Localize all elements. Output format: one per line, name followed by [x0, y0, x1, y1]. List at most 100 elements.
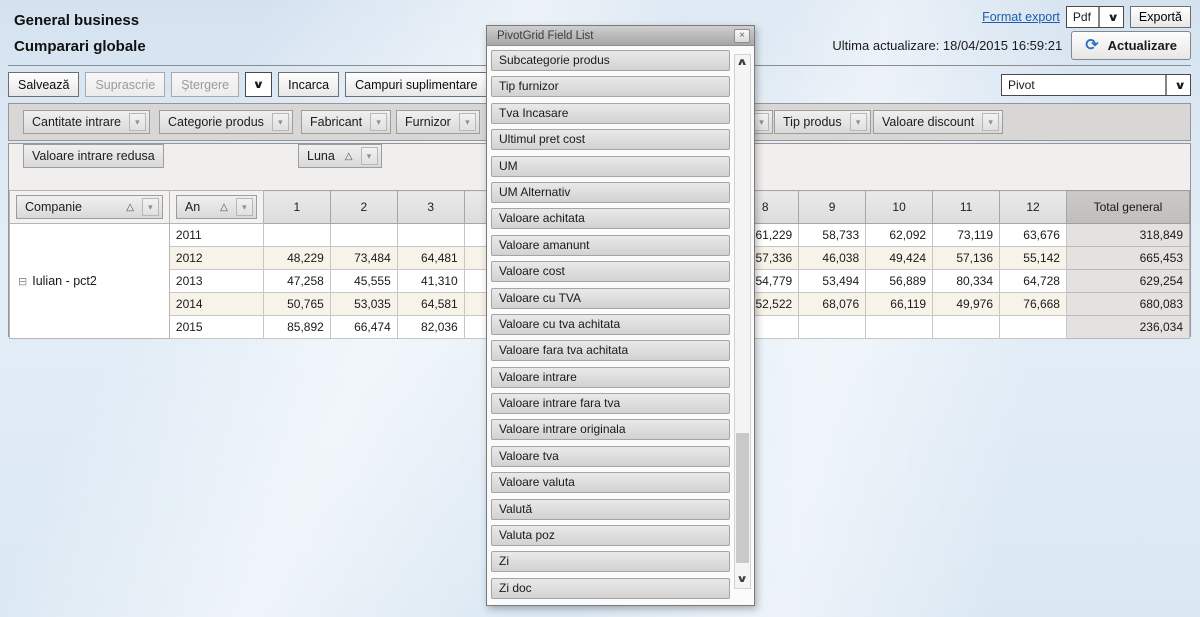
field-list-item[interactable]: UM Alternativ — [491, 182, 730, 203]
value-cell: 49,424 — [866, 247, 933, 270]
export-bar: Format export Pdf ∨ Exportă — [982, 6, 1191, 28]
field-list-item[interactable]: Valoare tva — [491, 446, 730, 467]
value-cell: 64,581 — [397, 293, 464, 316]
filter-dropdown-icon[interactable]: ▾ — [129, 113, 146, 131]
chevron-down-icon[interactable]: ∨ — [1098, 7, 1126, 27]
page-subtitle: Cumparari globale — [14, 34, 146, 60]
refresh-button[interactable]: ⟳ Actualizare — [1071, 31, 1191, 60]
sort-asc-icon[interactable]: △ — [126, 202, 134, 213]
value-cell: 64,481 — [397, 247, 464, 270]
value-cell: 47,258 — [263, 270, 330, 293]
field-list-item[interactable]: Valută — [491, 499, 730, 520]
field-list-item[interactable]: Valoare fara tva achitata — [491, 340, 730, 361]
field-list-scrollbar[interactable]: ∧ ∨ — [734, 54, 751, 589]
load-button[interactable]: Incarca — [278, 72, 339, 97]
collapse-icon[interactable]: ⊟ — [18, 276, 27, 288]
field-list-titlebar[interactable]: PivotGrid Field List × — [487, 26, 754, 46]
field-list-item[interactable]: Valoare cu tva achitata — [491, 314, 730, 335]
value-cell: 55,142 — [1000, 247, 1067, 270]
filter-dropdown-icon[interactable]: ▾ — [459, 113, 476, 131]
month-column-header: 10 — [866, 191, 933, 224]
filter-dropdown-icon[interactable]: ▾ — [272, 113, 289, 131]
row-field-an[interactable]: An △ ▾ — [176, 195, 257, 219]
value-cell: 73,484 — [330, 247, 397, 270]
field-list-panel: PivotGrid Field List × Subcategorie prod… — [486, 25, 755, 606]
total-cell: 318,849 — [1066, 224, 1189, 247]
layout-dropdown[interactable]: ∨ — [245, 72, 272, 97]
field-list-item[interactable]: Valoare intrare — [491, 367, 730, 388]
value-cell: 50,765 — [263, 293, 330, 316]
column-field-luna[interactable]: Luna △ ▾ — [298, 144, 382, 168]
value-cell — [799, 316, 866, 339]
field-label: Companie — [25, 200, 82, 214]
filter-field-fabricant[interactable]: Fabricant ▾ — [301, 110, 391, 134]
save-button[interactable]: Salvează — [8, 72, 79, 97]
sort-asc-icon[interactable]: △ — [220, 202, 228, 213]
value-cell: 57,136 — [933, 247, 1000, 270]
last-update-text: Ultima actualizare: 18/04/2015 16:59:21 — [832, 38, 1062, 53]
value-cell: 48,229 — [263, 247, 330, 270]
field-list-item[interactable]: Ultimul pret cost — [491, 129, 730, 150]
field-list-item[interactable]: Valoare achitata — [491, 208, 730, 229]
month-column-header: 12 — [1000, 191, 1067, 224]
value-cell: 66,119 — [866, 293, 933, 316]
filter-field-valoare-discount[interactable]: Valoare discount ▾ — [873, 110, 1003, 134]
refresh-button-label: Actualizare — [1108, 38, 1177, 53]
filter-dropdown-icon[interactable]: ▾ — [361, 147, 378, 165]
field-list-item[interactable]: Tva Incasare — [491, 103, 730, 124]
data-field-valoare-intrare-redusa[interactable]: Valoare intrare redusa — [23, 144, 164, 168]
filter-field-furnizor[interactable]: Furnizor ▾ — [396, 110, 480, 134]
field-label: An — [185, 200, 200, 214]
field-list-item[interactable]: Subcategorie produs — [491, 50, 730, 71]
field-label: Luna — [307, 149, 335, 163]
filter-field-categorie-produs[interactable]: Categorie produs ▾ — [159, 110, 293, 134]
field-list-item[interactable]: Valoare amanunt — [491, 235, 730, 256]
export-button[interactable]: Exportă — [1130, 6, 1191, 28]
filter-field-tip-produs[interactable]: Tip produs ▾ — [774, 110, 871, 134]
format-export-link[interactable]: Format export — [982, 10, 1060, 24]
filter-dropdown-icon[interactable]: ▾ — [850, 113, 867, 131]
scroll-down-icon[interactable]: ∨ — [735, 572, 750, 588]
page-titles: General business Cumparari globale — [14, 8, 146, 60]
sort-asc-icon[interactable]: △ — [345, 151, 353, 162]
filter-dropdown-icon[interactable]: ▾ — [142, 198, 159, 216]
refresh-icon: ⟳ — [1085, 38, 1098, 54]
field-list-item[interactable]: Valoare intrare fara tva — [491, 393, 730, 414]
field-list-item[interactable]: UM — [491, 156, 730, 177]
field-label: Valoare discount — [882, 115, 974, 129]
month-column-header: 9 — [799, 191, 866, 224]
value-cell: 85,892 — [263, 316, 330, 339]
value-cell: 56,889 — [866, 270, 933, 293]
close-icon[interactable]: × — [734, 29, 750, 43]
field-label: Furnizor — [405, 115, 451, 129]
value-cell: 80,334 — [933, 270, 1000, 293]
filter-dropdown-icon[interactable]: ▾ — [370, 113, 387, 131]
field-list-item[interactable]: Zi doc — [491, 578, 730, 599]
field-label: Tip produs — [783, 115, 842, 129]
chevron-down-icon: ∨ — [253, 78, 265, 91]
field-list-item[interactable]: Valuta poz — [491, 525, 730, 546]
field-list-item[interactable]: Valoare cu TVA — [491, 288, 730, 309]
filter-dropdown-icon[interactable]: ▾ — [236, 198, 253, 216]
scrollbar-thumb[interactable] — [736, 433, 749, 563]
scroll-up-icon[interactable]: ∧ — [735, 55, 750, 71]
filter-dropdown-icon[interactable]: ▾ — [754, 113, 769, 131]
year-cell: 2013 — [169, 270, 263, 293]
field-list-item[interactable]: Valoare intrare originala — [491, 419, 730, 440]
total-column-header: Total general — [1066, 191, 1189, 224]
year-cell: 2015 — [169, 316, 263, 339]
export-format-select[interactable]: Pdf ∨ — [1066, 6, 1124, 28]
chevron-down-icon[interactable]: ∨ — [1165, 75, 1193, 95]
field-list-item[interactable]: Valoare cost — [491, 261, 730, 282]
company-group-label: Iulian - pct2 — [32, 274, 97, 288]
extra-fields-button[interactable]: Campuri suplimentare — [345, 72, 487, 97]
view-mode-select[interactable]: Pivot ∨ — [1001, 74, 1191, 96]
field-list-item[interactable]: Tip furnizor — [491, 76, 730, 97]
update-bar: Ultima actualizare: 18/04/2015 16:59:21 … — [832, 31, 1191, 60]
filter-field-cantitate-intrare[interactable]: Cantitate intrare ▾ — [23, 110, 150, 134]
field-list-item[interactable]: Valoare valuta — [491, 472, 730, 493]
row-field-companie[interactable]: Companie △ ▾ — [16, 195, 163, 219]
filter-dropdown-icon[interactable]: ▾ — [982, 113, 999, 131]
field-list-item[interactable]: Zi — [491, 551, 730, 572]
value-cell: 68,076 — [799, 293, 866, 316]
